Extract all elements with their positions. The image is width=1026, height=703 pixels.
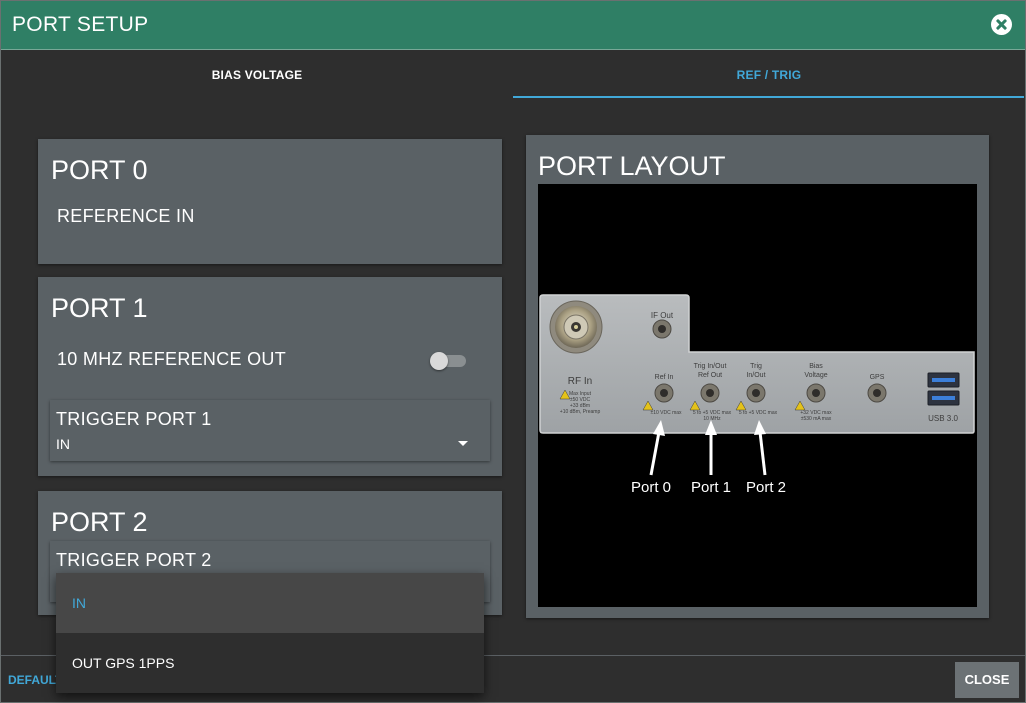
instrument-panel-diagram: IF Out RF In Max Input ±50 VDC +33 dBm +… xyxy=(539,294,975,496)
tab-bias-voltage[interactable]: BIAS VOLTAGE xyxy=(1,50,513,98)
trigger-port-1-label: TRIGGER PORT 1 xyxy=(56,409,212,429)
port-2-callout: Port 2 xyxy=(746,479,786,496)
port-layout-image: IF Out RF In Max Input ±50 VDC +33 dBm +… xyxy=(538,184,977,607)
tab-bar: BIAS VOLTAGE REF / TRIG xyxy=(1,50,1025,100)
port-1-card: PORT 1 10 MHZ REFERENCE OUT TRIGGER PORT… xyxy=(38,277,502,476)
panel-label-gps: GPS xyxy=(870,374,885,381)
rf-in-connector xyxy=(549,300,603,354)
trig-in-out-spec: 5 to +5 VDC max xyxy=(739,410,778,416)
port-layout-card: PORT LAYOUT IF Out RF In Max Input ±50 V… xyxy=(526,135,989,618)
port-setup-dialog: PORT SETUP BIAS VOLTAGE REF / TRIG PORT … xyxy=(0,0,1026,703)
port-0-function-label: REFERENCE IN xyxy=(57,206,195,226)
if-out-connector xyxy=(652,319,672,339)
panel-label-bias: Bias xyxy=(809,363,823,370)
dialog-title: PORT SETUP xyxy=(12,13,149,36)
trigger-port-1-value: IN xyxy=(56,436,70,452)
gps-connector xyxy=(867,383,887,403)
port-0-title: PORT 0 xyxy=(51,155,148,185)
panel-label-in-out: In/Out xyxy=(746,372,765,379)
dropdown-option-in[interactable]: IN xyxy=(56,573,484,633)
active-tab-indicator xyxy=(513,96,1024,98)
toggle-knob xyxy=(430,352,448,370)
trigger-port-2-dropdown: IN OUT GPS 1PPS xyxy=(56,573,484,693)
port-1-title: PORT 1 xyxy=(51,293,148,323)
trig-ref-out-connector xyxy=(700,383,720,403)
panel-label-trig-in-out-1: Trig In/Out xyxy=(694,363,727,370)
ref-out-label: 10 MHZ REFERENCE OUT xyxy=(57,349,287,369)
dropdown-option-out-gps-1pps[interactable]: OUT GPS 1PPS xyxy=(56,633,484,693)
port-0-callout: Port 0 xyxy=(631,479,671,496)
ref-out-toggle[interactable] xyxy=(430,352,468,370)
panel-label-ref-out: Ref Out xyxy=(698,372,722,379)
panel-label-usb: USB 3.0 xyxy=(928,414,958,423)
close-icon[interactable] xyxy=(991,14,1012,35)
bias-spec-2: ±530 mA max xyxy=(801,416,832,422)
tab-ref-trig[interactable]: REF / TRIG xyxy=(513,50,1025,98)
trig-ref-out-spec-2: 10 MHz xyxy=(703,416,721,422)
port-layout-title: PORT LAYOUT xyxy=(538,151,726,181)
trigger-port-2-label: TRIGGER PORT 2 xyxy=(56,550,212,570)
port-2-title: PORT 2 xyxy=(51,507,148,537)
ref-in-connector xyxy=(654,383,674,403)
port-1-callout: Port 1 xyxy=(691,479,731,496)
trig-in-out-connector xyxy=(746,383,766,403)
panel-label-rf-in: RF In xyxy=(568,376,592,387)
panel-label-voltage: Voltage xyxy=(804,372,827,379)
rf-in-warning-4: +10 dBm, Preamp xyxy=(560,409,601,415)
panel-label-if-out: IF Out xyxy=(651,311,674,320)
bias-voltage-connector xyxy=(806,383,826,403)
title-bar: PORT SETUP xyxy=(1,1,1025,50)
panel-label-ref-in: Ref In xyxy=(655,374,674,381)
trigger-port-1-select[interactable]: TRIGGER PORT 1 IN xyxy=(50,400,490,461)
ref-in-spec: ±10 VDC max xyxy=(650,410,682,416)
port-0-card: PORT 0 REFERENCE IN xyxy=(38,139,502,264)
default-button[interactable]: DEFAULT xyxy=(8,673,62,687)
panel-label-trig: Trig xyxy=(750,363,762,370)
close-button[interactable]: CLOSE xyxy=(955,662,1019,698)
chevron-down-icon xyxy=(458,441,468,446)
